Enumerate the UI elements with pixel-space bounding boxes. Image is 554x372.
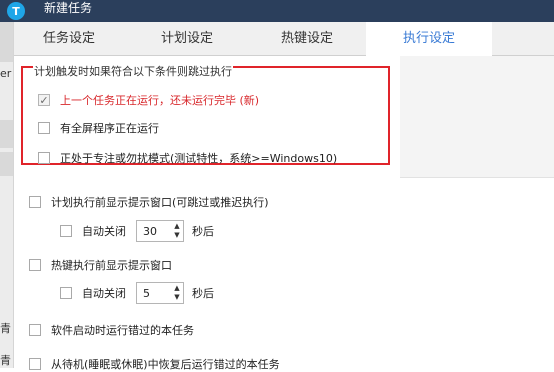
background-band bbox=[0, 152, 13, 176]
background-fragment: 青 bbox=[0, 322, 11, 335]
option-label: 计划执行前显示提示窗口(可跳过或推迟执行) bbox=[51, 196, 269, 209]
stepper-value: 5 bbox=[143, 286, 150, 300]
chevron-up-icon[interactable]: ▲ bbox=[174, 222, 179, 231]
background-fragment: 青 bbox=[0, 354, 11, 367]
seconds-unit-label: 秒后 bbox=[192, 287, 214, 300]
background-fragment: er bbox=[0, 67, 12, 80]
background-band bbox=[0, 120, 13, 148]
checkbox[interactable] bbox=[60, 287, 72, 299]
skip-conditions-title: 计划触发时如果符合以下条件则跳过执行 bbox=[33, 63, 233, 79]
seconds-unit-label: 秒后 bbox=[192, 225, 214, 238]
title-bar: T 新建任务 bbox=[0, 0, 554, 22]
checkbox[interactable] bbox=[60, 225, 72, 237]
option-label: 有全屏程序正在运行 bbox=[60, 122, 159, 135]
checkbox[interactable]: ✓ bbox=[38, 94, 50, 106]
chevron-down-icon[interactable]: ▼ bbox=[174, 293, 179, 302]
stepper-arrows[interactable]: ▲ ▼ bbox=[171, 221, 183, 241]
background-band bbox=[0, 22, 13, 62]
checkbox[interactable] bbox=[38, 122, 50, 134]
checkbox[interactable] bbox=[29, 259, 41, 271]
checkbox[interactable] bbox=[29, 358, 41, 370]
tab-hotkey-settings[interactable]: 热键设定 bbox=[252, 22, 362, 56]
app-logo-letter: T bbox=[12, 4, 20, 18]
option-label: 软件启动时运行错过的本任务 bbox=[51, 324, 194, 337]
panel-side-area bbox=[400, 56, 554, 178]
app-logo-icon: T bbox=[7, 2, 25, 20]
background-window-strip: er 青 青 bbox=[0, 22, 14, 368]
tab-task-settings[interactable]: 任务设定 bbox=[18, 22, 120, 56]
skip-option-previous-running[interactable]: ✓ 上一个任务正在运行，还未运行完毕 (新) bbox=[38, 92, 259, 108]
stepper-arrows[interactable]: ▲ ▼ bbox=[171, 283, 183, 303]
run-missed-on-resume-option[interactable]: 从待机(睡眠或休眠)中恢复后运行错过的本任务 bbox=[29, 356, 280, 372]
option-label: 从待机(睡眠或休眠)中恢复后运行错过的本任务 bbox=[51, 358, 280, 371]
tab-bar: 任务设定 计划设定 热键设定 执行设定 bbox=[14, 22, 554, 57]
tab-schedule-settings[interactable]: 计划设定 bbox=[132, 22, 242, 56]
seconds-stepper[interactable]: 30 ▲ ▼ bbox=[136, 220, 184, 242]
option-label: 热键执行前显示提示窗口 bbox=[51, 259, 172, 272]
plan-auto-close-row: 自动关闭 30 ▲ ▼ 秒后 bbox=[60, 220, 214, 242]
checkbox[interactable] bbox=[29, 196, 41, 208]
checkbox[interactable] bbox=[29, 324, 41, 336]
checkbox[interactable] bbox=[38, 152, 50, 164]
prompt-before-hotkey-option[interactable]: 热键执行前显示提示窗口 bbox=[29, 257, 172, 273]
tab-execution-settings[interactable]: 执行设定 bbox=[366, 22, 492, 57]
skip-option-focus-mode[interactable]: 正处于专注或勿扰模式(测试特性，系统>=Windows10) bbox=[38, 150, 337, 166]
checkmark-icon: ✓ bbox=[39, 93, 49, 107]
hotkey-auto-close-row: 自动关闭 5 ▲ ▼ 秒后 bbox=[60, 282, 214, 304]
auto-close-label: 自动关闭 bbox=[82, 225, 126, 238]
skip-option-fullscreen[interactable]: 有全屏程序正在运行 bbox=[38, 120, 159, 136]
auto-close-label: 自动关闭 bbox=[82, 287, 126, 300]
run-missed-on-start-option[interactable]: 软件启动时运行错过的本任务 bbox=[29, 322, 194, 338]
chevron-down-icon[interactable]: ▼ bbox=[174, 231, 179, 240]
option-label: 上一个任务正在运行，还未运行完毕 (新) bbox=[60, 94, 260, 107]
window-title: 新建任务 bbox=[44, 1, 93, 15]
prompt-before-plan-option[interactable]: 计划执行前显示提示窗口(可跳过或推迟执行) bbox=[29, 194, 269, 210]
seconds-stepper[interactable]: 5 ▲ ▼ bbox=[136, 282, 184, 304]
option-label: 正处于专注或勿扰模式(测试特性，系统>=Windows10) bbox=[60, 152, 338, 165]
chevron-up-icon[interactable]: ▲ bbox=[174, 284, 179, 293]
stepper-value: 30 bbox=[143, 224, 157, 238]
